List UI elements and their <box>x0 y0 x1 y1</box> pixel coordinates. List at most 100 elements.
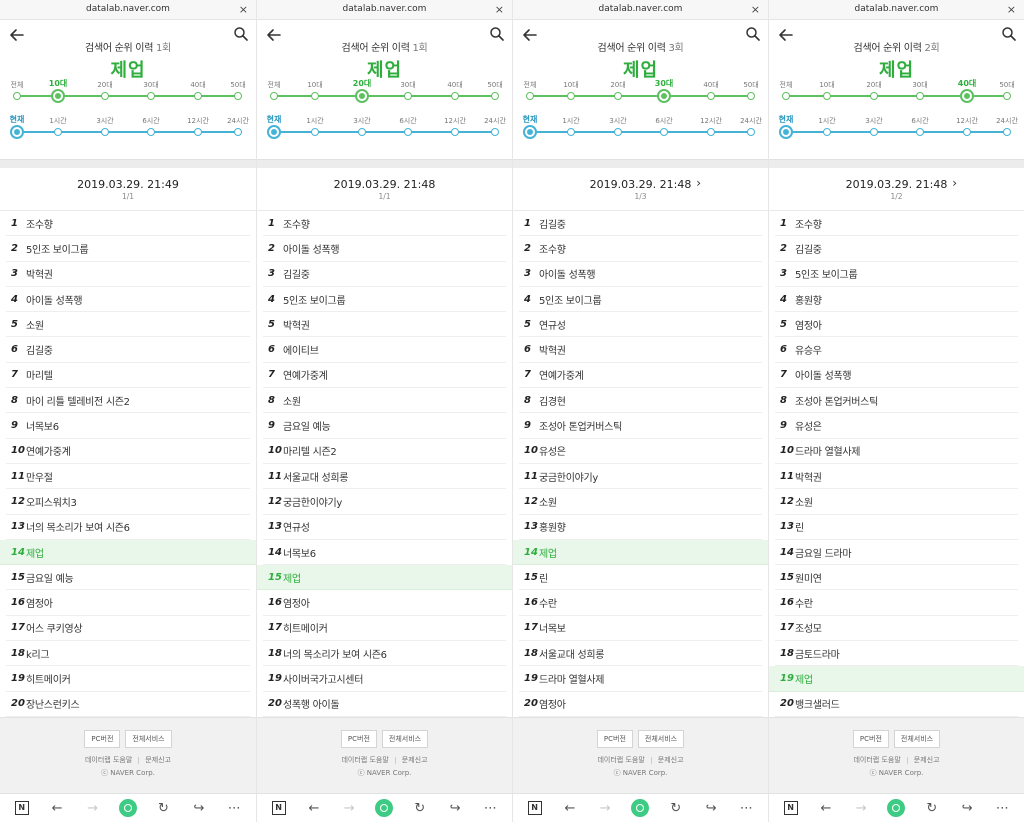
time-option-3시간[interactable] <box>358 128 366 136</box>
ranking-row-highlighted[interactable]: 14 제업 <box>513 539 768 566</box>
ranking-row[interactable]: 1 조수향 <box>263 211 506 237</box>
back-arrow-icon[interactable] <box>777 26 795 44</box>
ranking-row[interactable]: 18 서울교대 성희롱 <box>519 641 762 667</box>
ranking-row[interactable]: 17 너목보 <box>519 616 762 642</box>
ranking-row-highlighted[interactable]: 14 제업 <box>0 539 256 566</box>
age-option-50대[interactable] <box>234 92 242 100</box>
green-dot-icon[interactable] <box>118 799 137 817</box>
age-option-30대[interactable] <box>657 89 671 103</box>
report-link[interactable]: 문제신고 <box>658 756 684 764</box>
ranking-row[interactable]: 8 조성아 톤업커버스틱 <box>775 388 1018 414</box>
ranking-row[interactable]: 12 소원 <box>519 489 762 515</box>
time-option-12시간[interactable] <box>451 128 459 136</box>
search-icon[interactable] <box>489 26 505 42</box>
url-bar[interactable]: datalab.naver.com × <box>0 0 256 20</box>
ranking-row[interactable]: 20 뱅크샐러드 <box>775 692 1018 717</box>
ranking-row-highlighted[interactable]: 19 제업 <box>769 666 1024 692</box>
age-option-전체[interactable] <box>526 92 534 100</box>
ranking-row[interactable]: 19 히트메이커 <box>6 666 250 692</box>
ranking-row[interactable]: 1 김길중 <box>519 211 762 237</box>
age-option-10대[interactable] <box>823 92 831 100</box>
ranking-row[interactable]: 4 5인조 보이그룹 <box>263 287 506 313</box>
time-option-현재[interactable] <box>523 125 537 139</box>
ranking-row[interactable]: 9 조성아 톤업커버스틱 <box>519 413 762 439</box>
ranking-row[interactable]: 6 유승우 <box>775 337 1018 363</box>
ranking-row[interactable]: 11 만우절 <box>6 464 250 490</box>
next-page-chevron-icon[interactable]: › <box>696 176 701 190</box>
reload-icon[interactable]: ↻ <box>923 799 941 817</box>
green-dot-icon[interactable] <box>887 799 906 817</box>
ranking-row[interactable]: 16 수란 <box>519 590 762 616</box>
age-option-전체[interactable] <box>782 92 790 100</box>
ranking-row[interactable]: 5 염정아 <box>775 312 1018 338</box>
ranking-row[interactable]: 8 소원 <box>263 388 506 414</box>
ranking-row[interactable]: 17 히트메이커 <box>263 616 506 642</box>
ranking-row[interactable]: 18 금토드라마 <box>775 641 1018 667</box>
pc-version-button[interactable]: PC버전 <box>596 730 633 748</box>
ranking-row[interactable]: 19 사이버국가고시센터 <box>263 666 506 692</box>
time-option-현재[interactable] <box>10 125 24 139</box>
time-option-24시간[interactable] <box>747 128 755 136</box>
ranking-row[interactable]: 18 k리그 <box>6 641 250 667</box>
naver-home-icon[interactable]: N <box>270 799 288 817</box>
pc-version-button[interactable]: PC버전 <box>340 730 377 748</box>
ranking-row[interactable]: 5 박혁권 <box>263 312 506 338</box>
ranking-row-highlighted[interactable]: 15 제업 <box>257 565 512 591</box>
ranking-row[interactable]: 2 아이돌 성폭행 <box>263 236 506 262</box>
all-services-button[interactable]: 전체서비스 <box>637 730 685 748</box>
search-icon[interactable] <box>233 26 249 42</box>
age-option-10대[interactable] <box>51 89 65 103</box>
age-option-전체[interactable] <box>270 92 278 100</box>
time-option-1시간[interactable] <box>311 128 319 136</box>
back-arrow-icon[interactable] <box>8 26 26 44</box>
ranking-row[interactable]: 4 5인조 보이그룹 <box>519 287 762 313</box>
time-option-3시간[interactable] <box>870 128 878 136</box>
forward-icon[interactable]: → <box>596 799 614 817</box>
url-bar[interactable]: datalab.naver.com × <box>769 0 1024 20</box>
forward-icon[interactable]: → <box>340 799 358 817</box>
ranking-row[interactable]: 15 린 <box>519 565 762 591</box>
all-services-button[interactable]: 전체서비스 <box>381 730 429 748</box>
back-icon[interactable]: ← <box>817 799 835 817</box>
ranking-row[interactable]: 17 조성모 <box>775 616 1018 642</box>
age-option-20대[interactable] <box>101 92 109 100</box>
age-option-50대[interactable] <box>747 92 755 100</box>
more-icon[interactable]: ⋯ <box>225 799 243 817</box>
next-page-chevron-icon[interactable]: › <box>952 176 957 190</box>
ranking-row[interactable]: 15 금요일 예능 <box>6 565 250 591</box>
ranking-row[interactable]: 19 드라마 열혈사제 <box>519 666 762 692</box>
report-link[interactable]: 문제신고 <box>402 756 428 764</box>
ranking-row[interactable]: 15 원미연 <box>775 565 1018 591</box>
ranking-row[interactable]: 3 김길중 <box>263 262 506 287</box>
time-option-12시간[interactable] <box>194 128 202 136</box>
time-option-24시간[interactable] <box>1003 128 1011 136</box>
age-option-40대[interactable] <box>960 89 974 103</box>
ranking-row[interactable]: 1 조수향 <box>775 211 1018 237</box>
ranking-row[interactable]: 10 드라마 열혈사제 <box>775 439 1018 464</box>
ranking-row[interactable]: 2 김길중 <box>775 236 1018 262</box>
ranking-row[interactable]: 16 염정아 <box>263 590 506 616</box>
search-icon[interactable] <box>1001 26 1017 42</box>
age-option-30대[interactable] <box>147 92 155 100</box>
back-icon[interactable]: ← <box>305 799 323 817</box>
ranking-row[interactable]: 6 김길중 <box>6 337 250 363</box>
more-icon[interactable]: ⋯ <box>481 799 499 817</box>
ranking-row[interactable]: 2 조수향 <box>519 236 762 262</box>
ranking-row[interactable]: 13 너의 목소리가 보여 시즌6 <box>6 515 250 540</box>
ranking-row[interactable]: 12 오피스워치3 <box>6 489 250 515</box>
back-arrow-icon[interactable] <box>265 26 283 44</box>
ranking-row[interactable]: 13 린 <box>775 515 1018 540</box>
ranking-row[interactable]: 8 김경현 <box>519 388 762 414</box>
time-option-1시간[interactable] <box>823 128 831 136</box>
ranking-row[interactable]: 7 아이돌 성폭행 <box>775 363 1018 389</box>
close-icon[interactable]: × <box>495 0 504 19</box>
ranking-row[interactable]: 9 너목보6 <box>6 413 250 439</box>
age-option-40대[interactable] <box>194 92 202 100</box>
ranking-row[interactable]: 10 연예가중계 <box>6 439 250 464</box>
ranking-row[interactable]: 20 성폭행 아이돌 <box>263 692 506 717</box>
ranking-row[interactable]: 4 홍원향 <box>775 287 1018 313</box>
ranking-row[interactable]: 5 소원 <box>6 312 250 338</box>
all-services-button[interactable]: 전체서비스 <box>893 730 941 748</box>
share-icon[interactable]: ↪ <box>190 799 208 817</box>
ranking-row[interactable]: 13 연규성 <box>263 515 506 540</box>
